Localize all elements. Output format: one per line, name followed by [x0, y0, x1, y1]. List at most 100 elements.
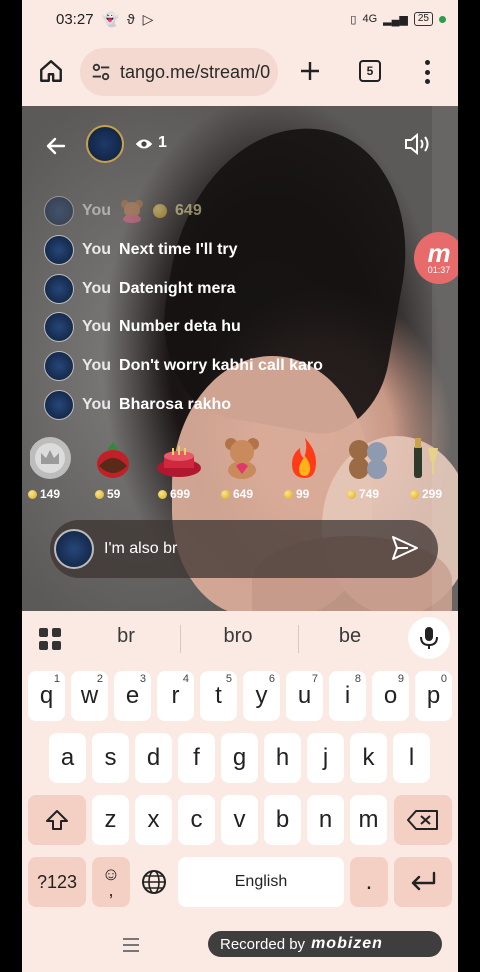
key-k[interactable]: k — [350, 733, 387, 783]
period-key[interactable]: . — [350, 857, 388, 907]
comma-label: , — [108, 880, 114, 900]
battery-icon: 25 — [413, 12, 433, 26]
recorder-brand: mobizen — [311, 935, 383, 952]
enter-icon — [411, 871, 436, 891]
key-q[interactable]: q1 — [28, 671, 65, 721]
chat-text: Datenight mera — [119, 279, 236, 297]
key-f[interactable]: f — [178, 733, 215, 783]
chat-compose-bar — [50, 520, 438, 578]
recording-badge[interactable]: m 01:37 — [414, 232, 458, 284]
more-menu-icon[interactable] — [422, 60, 432, 84]
suggestion-1[interactable]: br — [86, 625, 166, 648]
key-v[interactable]: v — [221, 795, 258, 845]
browser-toolbar: tango.me/stream/0 5 — [22, 38, 458, 106]
chat-message: You Next time I'll try — [44, 231, 424, 270]
crown-gift-icon — [30, 437, 71, 479]
key-i[interactable]: i8 — [329, 671, 366, 721]
keyboard-hide-icon[interactable] — [123, 938, 139, 952]
key-s[interactable]: s — [92, 733, 129, 783]
chat-username: You — [82, 318, 112, 336]
key-x[interactable]: x — [135, 795, 172, 845]
speaker-icon[interactable] — [403, 132, 433, 156]
key-y[interactable]: y6 — [243, 671, 280, 721]
key-b[interactable]: b — [264, 795, 301, 845]
coin-icon — [347, 489, 356, 499]
backspace-key[interactable] — [394, 795, 452, 845]
key-g[interactable]: g — [221, 733, 258, 783]
key-o[interactable]: o9 — [372, 671, 409, 721]
key-p[interactable]: p0 — [415, 671, 452, 721]
my-avatar[interactable] — [54, 529, 94, 569]
key-h[interactable]: h — [264, 733, 301, 783]
gift-cake[interactable]: 699 — [148, 434, 211, 508]
address-bar[interactable]: tango.me/stream/0 — [80, 48, 278, 96]
tango-icon: ϑ — [126, 10, 135, 27]
chat-text: Bharosa rakho — [119, 395, 232, 413]
mic-icon — [420, 627, 438, 649]
send-icon[interactable] — [390, 533, 420, 563]
gift-crown[interactable]: 149 — [22, 434, 85, 508]
emoji-key[interactable]: ☺ , — [92, 857, 130, 907]
chat-avatar[interactable] — [44, 312, 74, 343]
chat-avatar[interactable] — [44, 196, 74, 227]
key-u[interactable]: u7 — [286, 671, 323, 721]
chat-message: You Datenight mera — [44, 269, 424, 308]
gift-teddy-pair[interactable]: 749 — [337, 434, 400, 508]
notification-icons: 👻 ϑ ▷ — [102, 11, 154, 28]
chat-avatar[interactable] — [44, 351, 74, 382]
chat-username: You — [82, 357, 112, 375]
key-w[interactable]: w2 — [71, 671, 108, 721]
gift-fire[interactable]: 99 — [274, 434, 337, 508]
language-key[interactable] — [134, 857, 174, 907]
key-z[interactable]: z — [92, 795, 129, 845]
coin-icon — [284, 489, 293, 499]
gift-price: 99 — [296, 487, 310, 501]
gift-price: 299 — [422, 487, 443, 501]
key-m[interactable]: m — [350, 795, 387, 845]
back-arrow-icon[interactable] — [44, 134, 68, 158]
chat-gift-price: 649 — [175, 202, 202, 220]
key-e[interactable]: e3 — [114, 671, 151, 721]
viewers-eye-icon — [135, 139, 153, 149]
key-a[interactable]: a — [49, 733, 86, 783]
chat-avatar[interactable] — [44, 389, 74, 420]
key-t[interactable]: t5 — [200, 671, 237, 721]
gift-price: 699 — [170, 487, 191, 501]
key-l[interactable]: l — [393, 733, 430, 783]
key-d[interactable]: d — [135, 733, 172, 783]
space-key[interactable]: English — [178, 857, 344, 907]
cake-gift-icon — [157, 446, 201, 477]
host-avatar[interactable] — [86, 125, 124, 163]
enter-key[interactable] — [394, 857, 452, 907]
key-r[interactable]: r4 — [157, 671, 194, 721]
key-c[interactable]: c — [178, 795, 215, 845]
chat-message-input[interactable] — [104, 532, 384, 566]
new-tab-icon[interactable] — [298, 59, 322, 83]
home-icon[interactable] — [38, 58, 64, 84]
tab-switcher-button[interactable]: 5 — [359, 60, 381, 82]
suggestion-divider — [180, 625, 181, 653]
coin-icon — [153, 204, 168, 219]
suggestion-3[interactable]: be — [310, 625, 390, 648]
chat-text: Next time I'll try — [119, 241, 238, 259]
chat-list: You 649 You Next time I'll try You Daten… — [44, 192, 424, 424]
mic-button[interactable] — [408, 617, 450, 659]
chat-avatar[interactable] — [44, 273, 74, 304]
suggestion-2[interactable]: bro — [198, 625, 278, 648]
live-stream-view[interactable]: 1 You 649 You Next time I'll try You Dat… — [22, 106, 458, 611]
gift-chocolate-strawberry[interactable]: 59 — [85, 434, 148, 508]
gift-teddy-heart[interactable]: 649 — [211, 434, 274, 508]
symbols-key[interactable]: ?123 — [28, 857, 86, 907]
key-n[interactable]: n — [307, 795, 344, 845]
site-settings-icon[interactable] — [90, 61, 112, 83]
gift-champagne[interactable]: 299 — [400, 434, 458, 508]
recorder-logo-icon: m — [427, 238, 451, 268]
chat-avatar[interactable] — [44, 235, 74, 266]
gift-price: 149 — [40, 487, 61, 501]
status-indicators: ▯ 4G ▂▄▆ 25 — [350, 12, 446, 26]
suggestion-bar: br bro be — [22, 611, 458, 667]
key-j[interactable]: j — [307, 733, 344, 783]
network-label: 4G — [362, 13, 378, 25]
shift-key[interactable] — [28, 795, 86, 845]
apps-grid-icon[interactable] — [38, 627, 62, 651]
